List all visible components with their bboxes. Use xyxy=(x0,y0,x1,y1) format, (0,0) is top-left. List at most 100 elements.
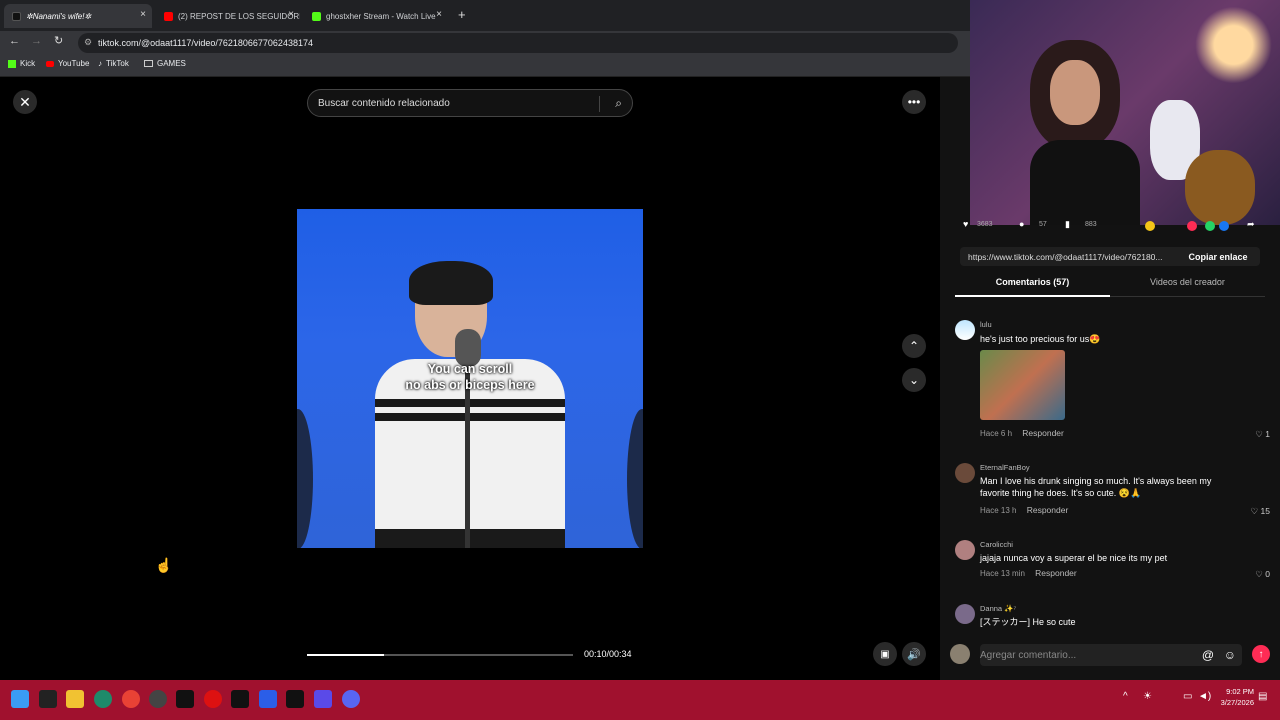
bookmarks-bar: Kick YouTube ♪ TikTok GAMES xyxy=(0,55,970,77)
facebook-icon[interactable] xyxy=(1219,221,1229,231)
tiktok-icon: ♪ xyxy=(98,59,102,68)
bookmark-label: YouTube xyxy=(58,59,90,68)
new-tab-button[interactable]: + xyxy=(458,7,466,22)
brightness-icon[interactable]: ☀ xyxy=(1143,691,1152,702)
comment-item: Danna ✨⁷ [ステッカー] He so cute xyxy=(955,604,1270,628)
search-divider xyxy=(599,96,600,112)
comment-likes[interactable]: ♡ 1 xyxy=(1255,429,1270,440)
comment-username[interactable]: EternalFanBoy xyxy=(980,463,1030,472)
heart-icon[interactable]: ♥ xyxy=(963,219,968,229)
video-time: 00:10/00:34 xyxy=(584,649,632,659)
comment-meta: Hace 13 h Responder xyxy=(980,505,1068,515)
app-grid-icon[interactable] xyxy=(314,690,332,708)
notification-icon[interactable]: ▤ xyxy=(1258,691,1267,702)
bookmark-youtube[interactable]: YouTube xyxy=(46,59,89,68)
video-link-field[interactable]: https://www.tiktok.com/@odaat1117/video/… xyxy=(960,247,1260,266)
streamer-shirt xyxy=(1030,140,1140,225)
bookmark-icon[interactable]: ▮ xyxy=(1065,219,1070,230)
comment-text: [ステッカー] He so cute xyxy=(980,617,1076,627)
comment-likes[interactable]: ♡ 15 xyxy=(1251,506,1270,517)
comment-username[interactable]: Carolicchi xyxy=(980,540,1013,549)
comment-composer: Agregar comentario... @ ☺ ↑ xyxy=(950,642,1280,668)
close-tab-icon[interactable]: × xyxy=(436,9,442,20)
edge-icon[interactable] xyxy=(94,690,112,708)
reload-icon[interactable]: ↻ xyxy=(54,34,63,47)
youtube-icon xyxy=(164,11,173,21)
comment-input[interactable]: Agregar comentario... @ ☺ xyxy=(980,644,1242,666)
network-icon[interactable]: ▭ xyxy=(1183,691,1192,702)
comment-username[interactable]: lulu xyxy=(980,320,992,329)
video-shirt-stripe xyxy=(375,399,565,407)
share-emoji-icon[interactable] xyxy=(1145,221,1155,231)
caption-line: no abs or biceps here xyxy=(405,378,535,392)
steam-icon[interactable] xyxy=(149,690,167,708)
mention-icon[interactable]: @ xyxy=(1202,648,1214,662)
clock-date: 3/27/2026 xyxy=(1220,698,1254,707)
site-info-icon[interactable]: ⚙ xyxy=(84,37,92,48)
opera-icon[interactable] xyxy=(204,690,222,708)
bookmark-tiktok[interactable]: ♪ TikTok xyxy=(98,59,129,68)
avatar[interactable] xyxy=(955,540,975,560)
tiktok-taskbar-icon[interactable] xyxy=(176,690,194,708)
reply-button[interactable]: Responder xyxy=(1022,428,1064,438)
address-bar[interactable]: ⚙ tiktok.com/@odaat1117/video/7621806677… xyxy=(78,33,958,53)
tab-label: (2) REPOST DE LOS SEGUIDORE xyxy=(178,11,300,21)
copy-link-button[interactable]: Copiar enlace xyxy=(1176,247,1260,266)
streamer-face xyxy=(1050,60,1100,125)
video-player[interactable]: You can scroll no abs or biceps here xyxy=(297,209,643,548)
roblox-icon[interactable] xyxy=(259,690,277,708)
bookmark-kick[interactable]: Kick xyxy=(8,59,35,68)
video-shirt-stripe xyxy=(375,413,565,421)
windows-start-icon[interactable] xyxy=(11,690,29,708)
comment-image[interactable] xyxy=(980,350,1065,420)
comment-time: Hace 13 h xyxy=(980,506,1017,515)
comment-icon[interactable]: ● xyxy=(1019,219,1024,229)
video-figure-right xyxy=(627,409,643,548)
emoji-icon[interactable]: ☺ xyxy=(1224,648,1236,662)
close-tab-icon[interactable]: × xyxy=(140,9,146,20)
comment-username[interactable]: Danna ✨⁷ xyxy=(980,604,1016,613)
previous-video-icon[interactable]: ⌃ xyxy=(902,334,926,358)
tab-comments[interactable]: Comentarios (57) xyxy=(955,277,1110,297)
avatar[interactable] xyxy=(955,320,975,340)
reply-button[interactable]: Responder xyxy=(1035,568,1077,578)
more-icon[interactable]: ••• xyxy=(902,90,926,114)
comment-item: Carolicchi jajaja nunca voy a superar el… xyxy=(955,540,1270,580)
file-explorer-icon[interactable] xyxy=(66,690,84,708)
chrome-icon[interactable] xyxy=(122,690,140,708)
tab-creator-videos[interactable]: Videos del creador xyxy=(1110,277,1265,297)
tab-kick[interactable]: ghostxher Stream - Watch Live × xyxy=(304,4,448,28)
search-icon[interactable]: ⌕ xyxy=(615,96,622,111)
whatsapp-icon[interactable] xyxy=(1205,221,1215,231)
epic-games-icon[interactable] xyxy=(231,690,249,708)
reply-button[interactable]: Responder xyxy=(1027,505,1069,515)
share-app-icon[interactable] xyxy=(1187,221,1197,231)
comment-count: 57 xyxy=(1039,221,1047,228)
bookmark-folder-games[interactable]: GAMES xyxy=(144,59,186,68)
comment-likes[interactable]: ♡ 0 xyxy=(1255,569,1270,580)
kick-icon xyxy=(312,11,321,21)
floating-player-icon[interactable]: ▣ xyxy=(873,642,897,666)
progress-bar[interactable] xyxy=(307,654,573,656)
volume-icon[interactable]: 🔊 xyxy=(902,642,926,666)
avatar[interactable] xyxy=(955,463,975,483)
send-icon[interactable]: ↑ xyxy=(1252,645,1270,663)
tab-youtube[interactable]: (2) REPOST DE LOS SEGUIDORE × xyxy=(156,4,300,28)
share-icon[interactable]: ➦ xyxy=(1247,219,1255,230)
close-tab-icon[interactable]: × xyxy=(288,9,294,20)
chevron-up-icon[interactable]: ^ xyxy=(1123,691,1128,702)
avatar[interactable] xyxy=(955,604,975,624)
speaker-icon[interactable]: ◄) xyxy=(1198,691,1211,702)
terminal-icon[interactable] xyxy=(286,690,304,708)
tab-tiktok[interactable]: ✲Nanami's wife!✲ × xyxy=(4,4,152,28)
caption-line: You can scroll xyxy=(427,362,513,376)
system-clock[interactable]: 9:02 PM 3/27/2026 xyxy=(1221,686,1254,708)
close-icon[interactable]: ✕ xyxy=(13,90,37,114)
back-icon[interactable]: ← xyxy=(9,35,20,47)
forward-icon[interactable]: → xyxy=(31,35,42,47)
app-icon[interactable] xyxy=(39,690,57,708)
comment-time: Hace 13 min xyxy=(980,569,1025,578)
search-input[interactable]: Buscar contenido relacionado ⌕ xyxy=(307,89,633,117)
next-video-icon[interactable]: ⌄ xyxy=(902,368,926,392)
discord-icon[interactable] xyxy=(342,690,360,708)
